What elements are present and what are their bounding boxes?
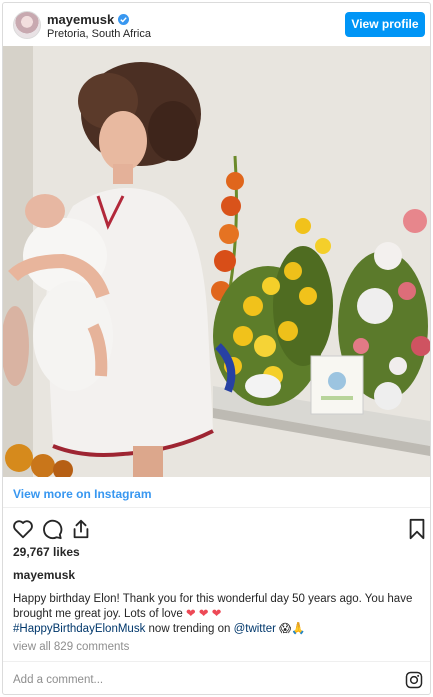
post-photo-image [3, 46, 430, 477]
username-row: mayemusk [47, 12, 130, 27]
view-profile-button[interactable]: View profile [345, 12, 425, 37]
comment-input[interactable] [13, 671, 373, 689]
comment-icon[interactable] [41, 518, 63, 540]
location-link[interactable]: Pretoria, South Africa [47, 28, 151, 40]
verified-badge-icon [118, 14, 130, 25]
trailing-emoji: 😱🙏 [279, 623, 306, 635]
share-icon[interactable] [70, 518, 92, 540]
post-header: mayemusk Pretoria, South Africa View pro… [3, 3, 430, 45]
view-more-link[interactable]: View more on Instagram [13, 487, 152, 501]
bookmark-icon[interactable] [406, 518, 428, 540]
avatar[interactable] [13, 11, 41, 39]
caption-username[interactable]: mayemusk [13, 568, 75, 582]
view-all-comments-link[interactable]: view all 829 comments [13, 641, 129, 653]
heart-emoji: ❤ ❤ ❤ [186, 608, 222, 620]
divider [3, 507, 430, 508]
mention-link[interactable]: @twitter [234, 623, 276, 635]
instagram-embed-card: mayemusk Pretoria, South Africa View pro… [2, 2, 431, 695]
username-link[interactable]: mayemusk [47, 12, 114, 27]
divider [3, 661, 430, 662]
hashtag-link[interactable]: #HappyBirthdayElonMusk [13, 623, 145, 635]
likes-count[interactable]: 29,767 likes [13, 545, 80, 559]
instagram-icon[interactable] [405, 671, 423, 689]
caption-text: Happy birthday Elon! Thank you for this … [13, 592, 415, 637]
heart-icon[interactable] [12, 518, 34, 540]
trending-text: now trending on [148, 623, 231, 635]
post-photo[interactable] [3, 46, 430, 477]
